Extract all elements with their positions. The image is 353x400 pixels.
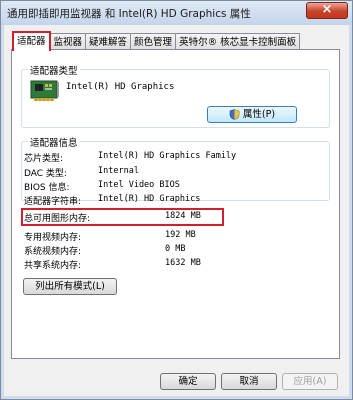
dac-type-value: Internal [98, 166, 139, 176]
adapter-tab-panel: 适配器类型 Intel(R) HD Graphics 属性(P) 适配器信息 芯… [11, 49, 340, 359]
adapter-type-group-label: 适配器类型 [28, 63, 80, 77]
bios-value: Intel Video BIOS [98, 180, 180, 190]
memory-row-total: 总可用图形内存: 1824 MB [24, 211, 324, 224]
system-video-memory-label: 系统视频内存: [24, 247, 82, 257]
dedicated-memory-value: 192 MB [165, 230, 196, 240]
title-bar[interactable]: 通用即插即用监视器 和 Intel(R) HD Graphics 属性 × [1, 1, 352, 25]
adapter-string-value: Intel(R) HD Graphics [98, 194, 201, 204]
properties-window: 通用即插即用监视器 和 Intel(R) HD Graphics 属性 × 适配… [0, 0, 353, 400]
shared-memory-value: 1632 MB [165, 258, 201, 268]
adapter-string-label: 适配器字符串: [24, 197, 82, 207]
tab-strip: 适配器 监视器 疑难解答 颜色管理 英特尔® 核芯显卡控制面板 [12, 31, 301, 51]
dac-type-label: DAC 类型: [24, 169, 67, 179]
total-memory-value: 1824 MB [165, 211, 201, 221]
cancel-button[interactable]: 取消 [221, 373, 277, 390]
properties-button-label: 属性(P) [242, 109, 276, 120]
system-video-memory-value: 0 MB [165, 244, 186, 254]
info-row-dac-type: DAC 类型: Internal [24, 166, 324, 179]
bios-label: BIOS 信息: [24, 183, 70, 193]
adapter-info-group-label: 适配器信息 [28, 135, 80, 149]
list-all-modes-button[interactable]: 列出所有模式(L) [23, 278, 117, 295]
dialog-client-area: 适配器 监视器 疑难解答 颜色管理 英特尔® 核芯显卡控制面板 适配器类型 In… [4, 25, 349, 396]
info-row-adapter-string: 适配器字符串: Intel(R) HD Graphics [24, 194, 324, 207]
adapter-type-group: 适配器类型 Intel(R) HD Graphics 属性(P) [21, 63, 330, 128]
memory-row-dedicated: 专用视频内存: 192 MB [24, 230, 324, 243]
shared-memory-label: 共享系统内存: [24, 261, 82, 271]
memory-row-system-video: 系统视频内存: 0 MB [24, 244, 324, 257]
graphics-card-icon [30, 80, 59, 101]
chip-type-label: 芯片类型: [24, 154, 64, 164]
tab-adapter[interactable]: 适配器 [12, 31, 51, 51]
window-title: 通用即插即用监视器 和 Intel(R) HD Graphics 属性 [7, 8, 251, 20]
adapter-name: Intel(R) HD Graphics [66, 82, 175, 92]
info-row-bios: BIOS 信息: Intel Video BIOS [24, 180, 324, 193]
properties-button[interactable]: 属性(P) [207, 106, 297, 123]
close-icon: × [321, 2, 333, 17]
info-row-chip-type: 芯片类型: Intel(R) HD Graphics Family [24, 151, 324, 164]
total-memory-label: 总可用图形内存: [24, 214, 91, 224]
chip-type-value: Intel(R) HD Graphics Family [98, 151, 237, 161]
shield-icon [229, 109, 240, 120]
close-button[interactable]: × [306, 2, 348, 19]
memory-row-shared: 共享系统内存: 1632 MB [24, 258, 324, 271]
ok-button[interactable]: 确定 [160, 373, 216, 390]
dedicated-memory-label: 专用视频内存: [24, 233, 82, 243]
apply-button[interactable]: 应用(A) [282, 373, 338, 390]
